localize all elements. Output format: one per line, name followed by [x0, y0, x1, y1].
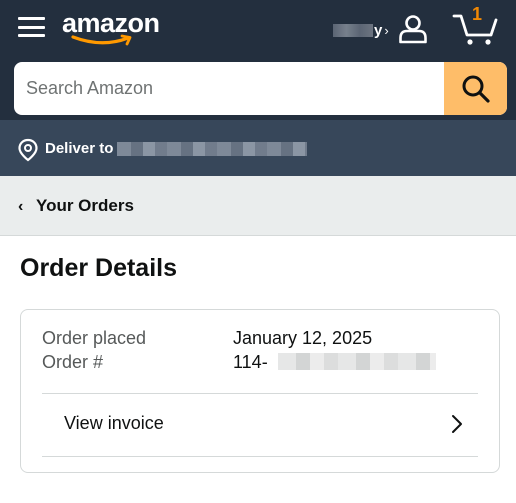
hamburger-menu-icon[interactable] — [18, 15, 45, 39]
deliver-to-bar[interactable]: Deliver to — [0, 120, 516, 176]
search-icon — [462, 75, 490, 103]
amazon-logo[interactable]: amazon — [62, 6, 162, 50]
delivery-address-redacted — [117, 142, 307, 156]
view-invoice-link[interactable]: View invoice — [42, 394, 478, 456]
deliver-to-label: Deliver to — [45, 140, 114, 157]
your-orders-link[interactable]: Your Orders — [36, 196, 134, 216]
top-navigation-bar: amazon y › 1 — [0, 0, 516, 120]
your-orders-breadcrumb[interactable]: ‹ Your Orders — [0, 176, 516, 236]
search-button[interactable] — [444, 62, 507, 115]
account-name: y — [374, 21, 383, 39]
divider — [42, 456, 478, 457]
account-name-redacted — [333, 23, 373, 37]
order-number-label: Order # — [42, 352, 104, 372]
cart-count-badge: 1 — [472, 4, 483, 24]
chevron-right-icon — [452, 415, 462, 433]
search-input[interactable] — [14, 62, 444, 115]
page-title: Order Details — [20, 254, 178, 282]
logo-smile-icon — [71, 34, 132, 46]
view-invoice-label: View invoice — [64, 413, 164, 433]
back-chevron-icon: ‹ — [18, 198, 24, 215]
location-pin-icon — [18, 138, 38, 162]
account-link[interactable]: y › — [333, 20, 389, 40]
order-summary-card: Order placed January 12, 2025 Order # 11… — [20, 309, 500, 473]
order-number-value: 114- — [233, 352, 268, 372]
order-placed-value: January 12, 2025 — [233, 328, 373, 348]
account-chevron: › — [384, 22, 389, 38]
search-bar — [14, 62, 507, 115]
order-number-redacted — [278, 353, 436, 370]
order-placed-label: Order placed — [42, 328, 147, 348]
user-icon[interactable] — [397, 12, 429, 44]
